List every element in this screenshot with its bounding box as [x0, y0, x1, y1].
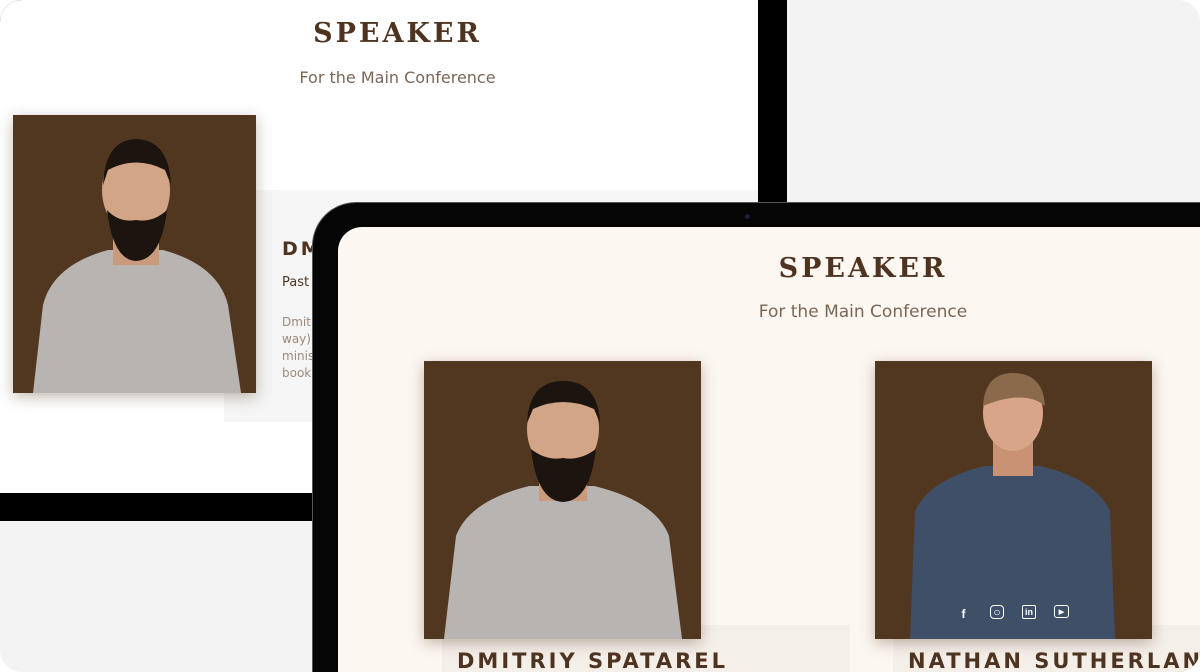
- section-title: SPEAKER: [778, 253, 948, 284]
- bio-line: minis: [282, 349, 315, 363]
- bio-line: Dmit: [282, 315, 311, 329]
- speaker-photo[interactable]: [424, 361, 701, 639]
- tablet-camera: [745, 214, 750, 219]
- section-title: SPEAKER: [313, 18, 482, 49]
- speaker-role: Past: [282, 275, 310, 290]
- tablet-screen: SPEAKER For the Main Conference DMITRIY …: [338, 227, 1200, 672]
- bio-line: way),: [282, 332, 315, 346]
- youtube-icon[interactable]: ▶: [1054, 605, 1069, 618]
- linkedin-icon[interactable]: in: [1022, 605, 1036, 619]
- person-silhouette: [444, 381, 682, 639]
- instagram-icon[interactable]: ○: [990, 605, 1004, 619]
- person-silhouette: [33, 139, 241, 393]
- bio-line: book: [282, 366, 312, 380]
- speaker-name: NATHAN SUTHERLAND: [908, 649, 1200, 672]
- speaker-photo[interactable]: f ○ in ▶: [875, 361, 1152, 639]
- facebook-icon[interactable]: f: [955, 605, 972, 622]
- speaker-bio: Dmit way), minis book: [282, 314, 315, 382]
- person-silhouette: [910, 373, 1115, 639]
- speaker-name: DMITRIY SPATAREL: [457, 649, 729, 672]
- speaker-photo: [13, 115, 256, 393]
- section-subtitle: For the Main Conference: [299, 68, 496, 87]
- mockup-canvas: SPEAKER For the Main Conference DM Past …: [0, 0, 1200, 672]
- social-links: f ○ in ▶: [955, 605, 1069, 622]
- section-subtitle: For the Main Conference: [758, 302, 968, 322]
